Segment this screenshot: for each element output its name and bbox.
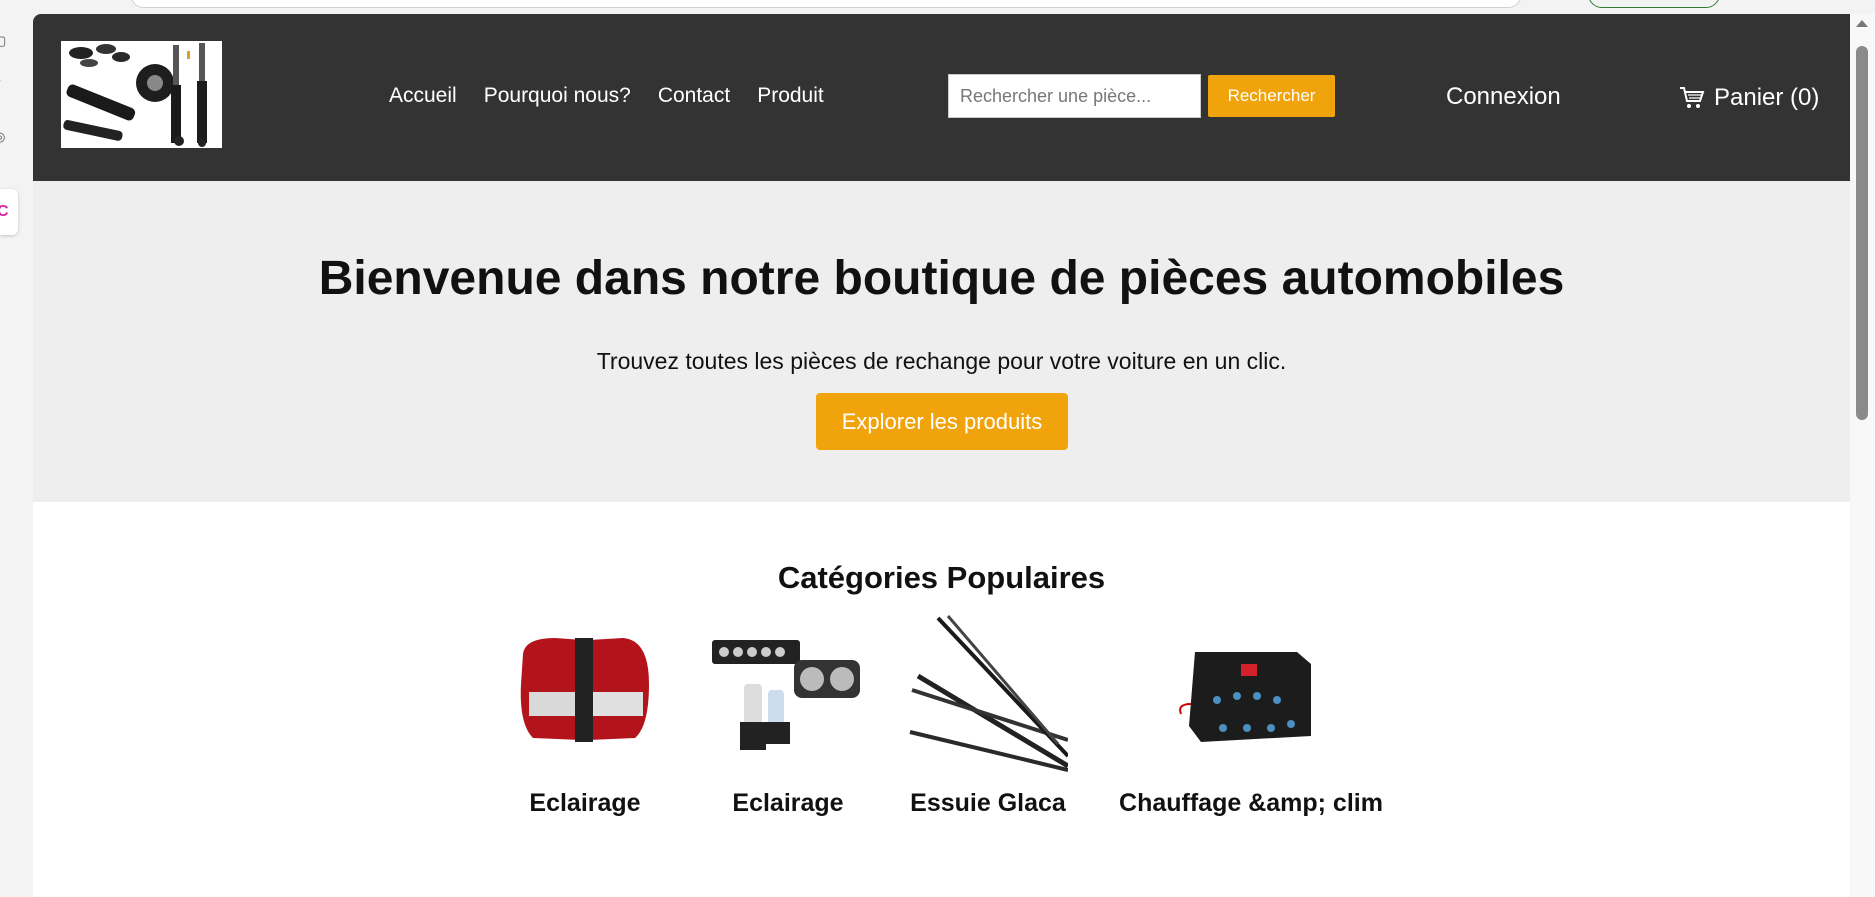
- category-name: Eclairage: [529, 789, 641, 817]
- nav-link-contact[interactable]: Contact: [658, 84, 730, 108]
- site-header: Accueil Pourquoi nous? Contact Produit R…: [33, 14, 1850, 181]
- browser-address-bar[interactable]: [130, 0, 1522, 8]
- hero-subtitle: Trouvez toutes les pièces de rechange po…: [596, 348, 1287, 374]
- shopping-cart-icon: [1680, 87, 1705, 108]
- site-logo[interactable]: [61, 41, 222, 148]
- main-nav: Accueil Pourquoi nous? Contact Produit: [389, 84, 851, 108]
- category-card[interactable]: Essuie Glaca: [908, 614, 1070, 818]
- categories-section: Catégories Populaires Eclairage Eclairag…: [33, 502, 1850, 897]
- cart-link[interactable]: Panier (0): [1679, 84, 1819, 112]
- search-input[interactable]: [948, 74, 1201, 118]
- tail-lights-image: [505, 614, 665, 774]
- heater-box-image: [1171, 614, 1331, 774]
- category-name: Eclairage: [732, 789, 844, 817]
- explore-products-button[interactable]: Explorer les produits: [816, 393, 1068, 450]
- category-name: Chauffage &amp; clim: [1119, 789, 1383, 817]
- nav-link-pourquoi-nous[interactable]: Pourquoi nous?: [484, 84, 631, 108]
- category-card[interactable]: Eclairage: [505, 614, 665, 818]
- category-card[interactable]: Chauffage &amp; clim: [1111, 614, 1391, 818]
- wiper-blades-image: [908, 614, 1070, 774]
- login-link[interactable]: Connexion: [1446, 83, 1561, 111]
- nav-link-accueil[interactable]: Accueil: [389, 84, 457, 108]
- hero-title: Bienvenue dans notre boutique de pièces …: [318, 252, 1565, 305]
- rail-globe-icon[interactable]: ◎: [0, 130, 8, 144]
- cart-label: Panier (0): [1714, 84, 1820, 111]
- search-button[interactable]: Rechercher: [1208, 75, 1335, 117]
- rail-v-icon[interactable]: v: [0, 76, 8, 90]
- scrollbar-thumb[interactable]: [1856, 46, 1868, 420]
- browser-side-rail: ▢ v ◎ C ·: [0, 14, 33, 897]
- led-bar-headlight-image: [708, 614, 868, 774]
- shock-absorbers-logo-icon: [61, 41, 222, 148]
- hero-section: Bienvenue dans notre boutique de pièces …: [33, 181, 1850, 502]
- categories-title: Catégories Populaires: [777, 560, 1106, 595]
- page-viewport: Accueil Pourquoi nous? Contact Produit R…: [33, 14, 1850, 897]
- rail-active-app[interactable]: C: [0, 189, 18, 235]
- browser-toolbar-pill[interactable]: [1588, 0, 1720, 8]
- rail-app-icon: C: [0, 203, 9, 220]
- scroll-up-arrow-icon[interactable]: [1856, 20, 1868, 27]
- category-name: Essuie Glaca: [910, 789, 1066, 817]
- category-card[interactable]: Eclairage: [708, 614, 868, 818]
- nav-link-produit[interactable]: Produit: [757, 84, 824, 108]
- rail-more-icon[interactable]: ·: [0, 254, 8, 268]
- rail-copy-icon[interactable]: ▢: [0, 34, 8, 48]
